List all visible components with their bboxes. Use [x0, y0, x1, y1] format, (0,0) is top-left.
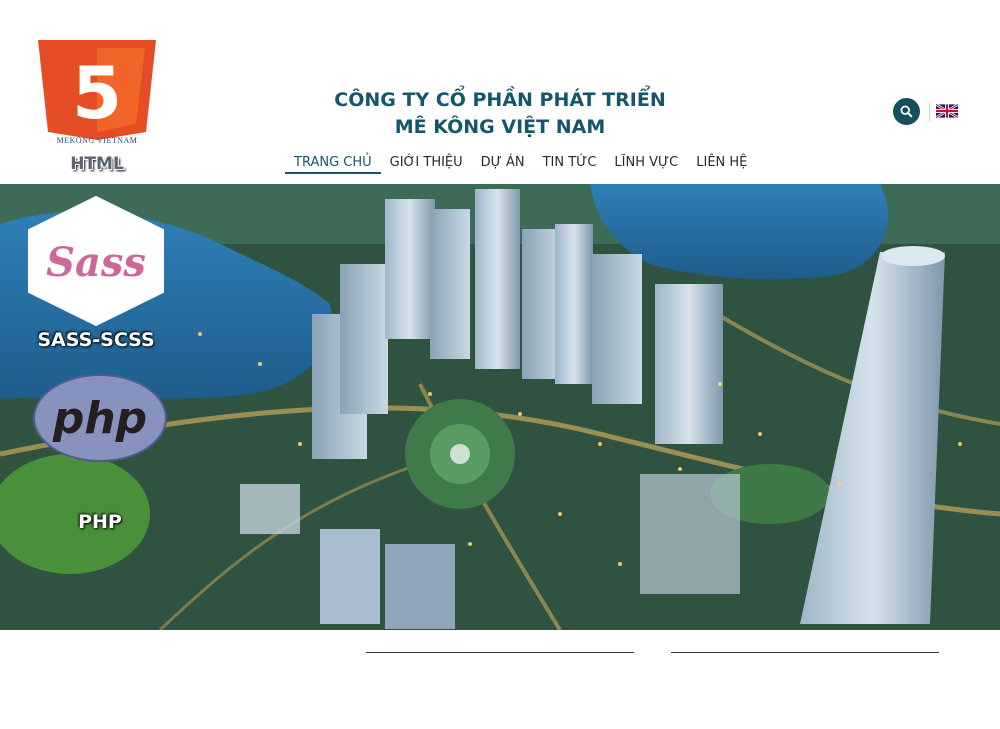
- php-logo[interactable]: php: [32, 373, 168, 463]
- mekong-text: MEKONG VIETNAM: [56, 136, 138, 145]
- nav-item-projects[interactable]: DỰ ÁN: [472, 154, 534, 176]
- nav-item-home[interactable]: TRANG CHỦ: [285, 154, 381, 174]
- section-divider-right: [671, 652, 939, 653]
- nav-item-contact[interactable]: LIÊN HỆ: [687, 154, 756, 176]
- html-label: HTML: [70, 154, 124, 174]
- nav-item-news[interactable]: TIN TỨC: [534, 154, 606, 176]
- site-header: 5 MEKONG VIETNAM HTML CÔNG TY CỔ PHẦN PH…: [0, 0, 1000, 184]
- company-line-2: MÊ KÔNG VIỆT NAM: [394, 116, 606, 138]
- php-label: PHP: [78, 511, 122, 533]
- search-button[interactable]: [893, 98, 920, 125]
- main-nav: TRANG CHỦ GIỚI THIỆU DỰ ÁN TIN TỨC LĨNH …: [285, 154, 756, 176]
- company-line-1: CÔNG TY CỔ PHẦN PHÁT TRIỂN: [334, 89, 666, 111]
- html5-mark: 5: [72, 51, 122, 135]
- nav-item-fields[interactable]: LĨNH VỰC: [605, 154, 687, 176]
- section-divider-left: [366, 652, 634, 653]
- company-name: CÔNG TY CỔ PHẦN PHÁT TRIỂN MÊ KÔNG VIỆT …: [300, 87, 700, 141]
- php-logo-text: php: [52, 393, 147, 444]
- uk-flag-icon[interactable]: [936, 104, 958, 118]
- nav-item-about[interactable]: GIỚI THIỆU: [381, 154, 472, 176]
- sass-logo[interactable]: Sass: [25, 194, 167, 328]
- header-divider: [929, 102, 930, 122]
- html5-logo[interactable]: 5: [38, 40, 156, 140]
- sass-label: SASS-SCSS: [37, 329, 155, 351]
- search-icon: [900, 105, 913, 118]
- sass-logo-text: Sass: [46, 239, 146, 286]
